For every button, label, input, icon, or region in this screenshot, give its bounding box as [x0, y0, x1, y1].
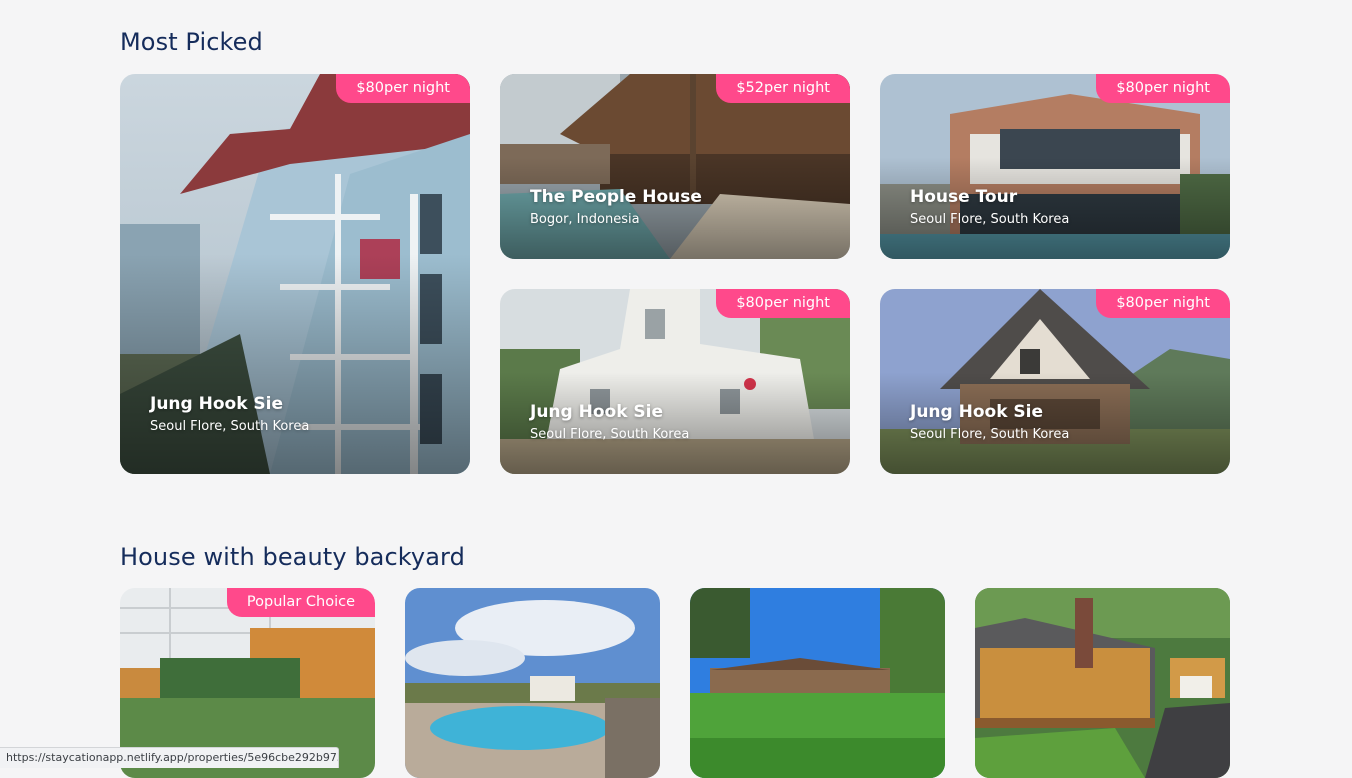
browser-status-url: https://staycationapp.netlify.app/proper…	[0, 747, 339, 768]
property-photo-pool-backyard	[405, 588, 660, 778]
property-location: Seoul Flore, South Korea	[910, 212, 1070, 227]
property-name: Jung Hook Sie	[910, 402, 1044, 422]
price-badge: $80per night	[1096, 74, 1230, 103]
price-badge: $80per night	[716, 289, 850, 318]
most-picked-card-2[interactable]: $52per night The People House Bogor, Ind…	[500, 74, 850, 259]
property-photo-lawn-house	[690, 588, 945, 778]
property-name: House Tour	[910, 187, 1018, 207]
property-location: Seoul Flore, South Korea	[910, 427, 1070, 442]
property-location: Seoul Flore, South Korea	[150, 419, 310, 434]
section-title-beauty-backyard: House with beauty backyard	[120, 543, 465, 571]
price-badge: $80per night	[1096, 289, 1230, 318]
backyard-card-3[interactable]	[690, 588, 945, 778]
property-name: Jung Hook Sie	[530, 402, 664, 422]
price-badge: $80per night	[336, 74, 470, 103]
property-name: Jung Hook Sie	[150, 394, 284, 414]
most-picked-card-5[interactable]: $80per night Jung Hook Sie Seoul Flore, …	[880, 289, 1230, 474]
backyard-card-2[interactable]	[405, 588, 660, 778]
most-picked-card-4[interactable]: $80per night Jung Hook Sie Seoul Flore, …	[500, 289, 850, 474]
property-photo-log-cabin	[975, 588, 1230, 778]
property-location: Bogor, Indonesia	[530, 212, 640, 227]
price-badge: $52per night	[716, 74, 850, 103]
most-picked-card-3[interactable]: $80per night House Tour Seoul Flore, Sou…	[880, 74, 1230, 259]
backyard-card-4[interactable]	[975, 588, 1230, 778]
popular-choice-badge: Popular Choice	[226, 588, 375, 617]
property-location: Seoul Flore, South Korea	[530, 427, 690, 442]
most-picked-card-1[interactable]: $80per night Jung Hook Sie Seoul Flore, …	[120, 74, 470, 474]
property-name: The People House	[530, 187, 702, 207]
section-title-most-picked: Most Picked	[120, 28, 263, 56]
